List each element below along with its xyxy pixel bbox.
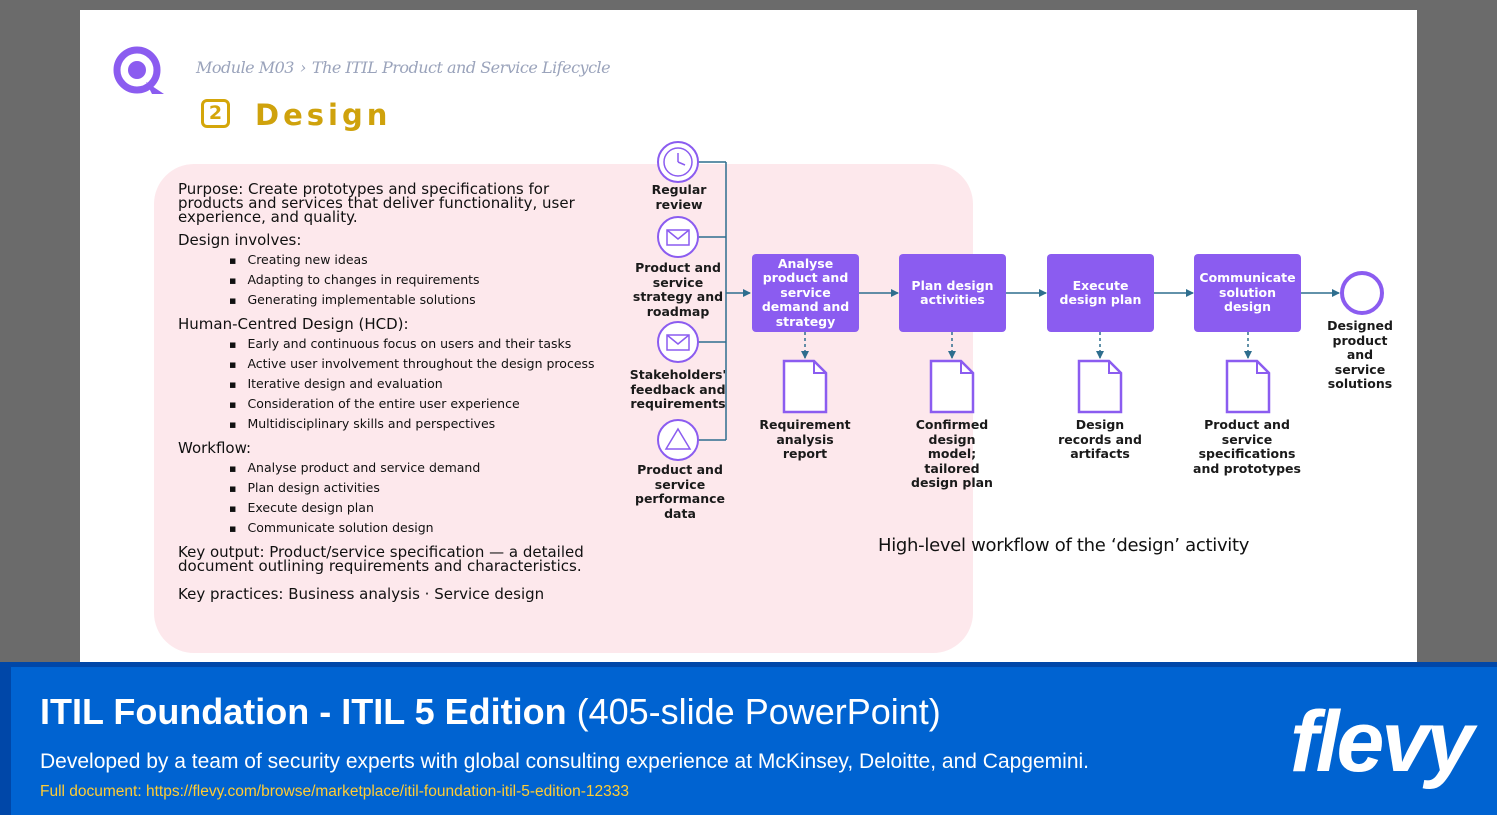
input-label: Product and service strategy and roadmap bbox=[632, 260, 724, 319]
document-icon bbox=[1225, 359, 1271, 414]
workflow-diagram bbox=[657, 141, 1384, 461]
clock-icon bbox=[657, 141, 699, 183]
banner-link[interactable]: Full document: https://flevy.com/browse/… bbox=[40, 783, 629, 801]
banner-title-suffix: (405-slide PowerPoint) bbox=[576, 691, 941, 732]
envelope-icon bbox=[657, 216, 699, 258]
output-arrows bbox=[801, 332, 1252, 359]
banner-title: ITIL Foundation - ITIL 5 Edition (405-sl… bbox=[40, 691, 941, 733]
step-box: Analyse product and service demand and s… bbox=[752, 254, 859, 332]
end-event-icon bbox=[1340, 271, 1384, 315]
output-label: Requirement analysis report bbox=[759, 417, 851, 461]
document-icon bbox=[782, 359, 828, 414]
flevy-logo[interactable]: flevy bbox=[1290, 699, 1474, 785]
banner-description: Developed by a team of security experts … bbox=[40, 750, 1089, 773]
document-icon bbox=[1077, 359, 1123, 414]
output-label: Design records and artifacts bbox=[1058, 417, 1142, 461]
input-label: Regular review bbox=[651, 182, 707, 212]
output-label: Product and service specifications and p… bbox=[1193, 417, 1301, 476]
output-label: Confirmed design model; tailored design … bbox=[911, 417, 993, 490]
end-label: Designed product and service solutions bbox=[1327, 318, 1393, 391]
step-box: Plan design activities bbox=[899, 254, 1006, 332]
input-label: Stakeholders' feedback and requirements bbox=[629, 367, 727, 411]
promo-banner-body: ITIL Foundation - ITIL 5 Edition (405-sl… bbox=[11, 667, 1497, 815]
slide: Module M03 › The ITIL Product and Service … bbox=[80, 10, 1417, 662]
step-box: Execute design plan bbox=[1047, 254, 1154, 332]
input-label: Product and service performance data bbox=[635, 462, 726, 521]
envelope-icon bbox=[657, 321, 699, 363]
diagram-caption: High-level workflow of the ‘design’ acti… bbox=[878, 535, 1250, 556]
step-box: Communicate solution design bbox=[1194, 254, 1301, 332]
promo-banner: ITIL Foundation - ITIL 5 Edition (405-sl… bbox=[0, 662, 1497, 815]
triangle-icon bbox=[657, 419, 699, 461]
document-icon bbox=[929, 359, 975, 414]
banner-title-main: ITIL Foundation - ITIL 5 Edition bbox=[40, 691, 567, 732]
